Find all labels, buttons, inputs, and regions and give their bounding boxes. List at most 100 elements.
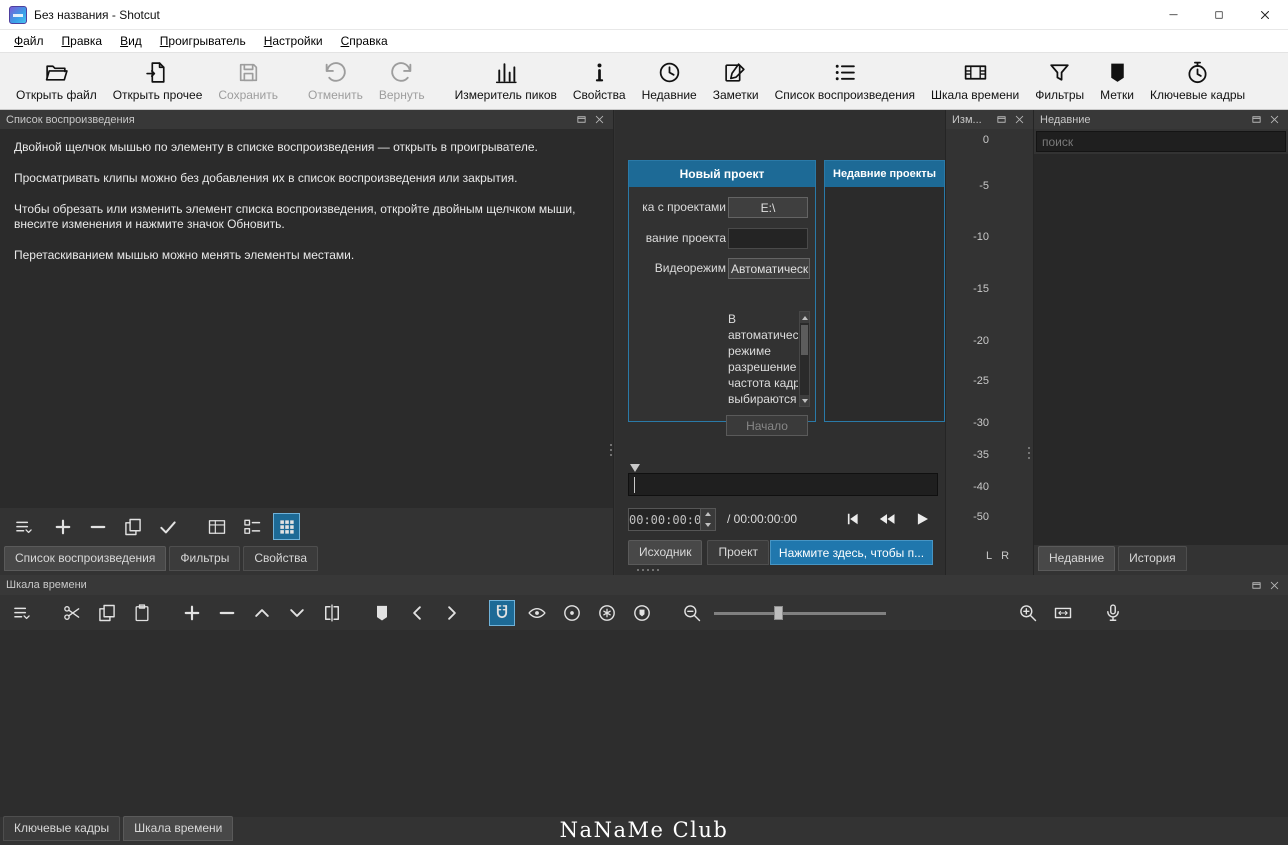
splitter-handle[interactable] <box>1028 447 1030 459</box>
open-other-button[interactable]: Открыть прочее <box>105 56 211 106</box>
recent-float-button[interactable] <box>1249 112 1264 127</box>
menu-item-settings[interactable]: Настройки <box>255 31 332 51</box>
splitter-handle[interactable] <box>610 444 612 456</box>
tab-history[interactable]: История <box>1118 546 1187 571</box>
rewind-button[interactable] <box>876 508 898 530</box>
ripple-all-tracks-button[interactable] <box>594 600 620 626</box>
copy-button[interactable] <box>119 513 146 540</box>
ripple-button[interactable] <box>559 600 585 626</box>
overwrite-button[interactable] <box>284 600 310 626</box>
markers-button[interactable]: Метки <box>1092 56 1142 106</box>
meter-close-button[interactable] <box>1012 112 1027 127</box>
remove-button[interactable] <box>84 513 111 540</box>
timeline-tracks-area[interactable] <box>0 630 1288 817</box>
zoom-slider[interactable] <box>714 603 886 623</box>
tab-recent[interactable]: Недавние <box>1038 546 1115 571</box>
update-button[interactable] <box>154 513 181 540</box>
scroll-up-button[interactable] <box>800 312 809 323</box>
zoom-fit-button[interactable] <box>1050 600 1076 626</box>
filters-button[interactable]: Фильтры <box>1027 56 1092 106</box>
meter-scale-label: -20 <box>973 335 989 347</box>
scrub-while-dragging-button[interactable] <box>524 600 550 626</box>
marker-button[interactable] <box>369 600 395 626</box>
slider-handle[interactable] <box>774 606 783 620</box>
record-audio-button[interactable] <box>1100 600 1126 626</box>
ripple-delete-button[interactable] <box>214 600 240 626</box>
menu-item-edit[interactable]: Правка <box>53 31 112 51</box>
tab-project[interactable]: Проект <box>707 540 769 565</box>
menu-item-player[interactable]: Проигрыватель <box>151 31 255 51</box>
save-button[interactable]: Сохранить <box>210 56 286 106</box>
undo-button[interactable]: Отменить <box>300 56 371 106</box>
position-input[interactable] <box>629 509 700 530</box>
search-input[interactable] <box>1036 131 1286 152</box>
peak-meter-button[interactable]: Измеритель пиков <box>447 56 565 106</box>
cut-button[interactable] <box>59 600 85 626</box>
undo-icon <box>323 60 348 85</box>
meter-float-button[interactable] <box>994 112 1009 127</box>
redo-button[interactable]: Вернуть <box>371 56 433 106</box>
append-button[interactable] <box>179 600 205 626</box>
playlist-menu-button[interactable] <box>7 513 41 540</box>
position-spinbox[interactable] <box>628 508 716 531</box>
menu-item-file[interactable]: Файл <box>5 31 53 51</box>
split-button[interactable] <box>319 600 345 626</box>
snap-button[interactable] <box>489 600 515 626</box>
recent-close-button[interactable] <box>1267 112 1282 127</box>
description-scrollbar[interactable] <box>799 311 810 407</box>
copy-button[interactable] <box>94 600 120 626</box>
tab-filters[interactable]: Фильтры <box>169 546 240 571</box>
timeline-close-button[interactable] <box>1267 578 1282 593</box>
view-icons-button[interactable] <box>273 513 300 540</box>
tab-playlist[interactable]: Список воспроизведения <box>4 546 166 571</box>
playlist-float-button[interactable] <box>574 112 589 127</box>
scroll-thumb[interactable] <box>801 325 808 355</box>
playlist-close-button[interactable] <box>592 112 607 127</box>
lift-button[interactable] <box>249 600 275 626</box>
scroll-down-button[interactable] <box>800 395 809 406</box>
playhead[interactable] <box>630 464 640 472</box>
tab-properties[interactable]: Свойства <box>243 546 318 571</box>
timeline-menu-button[interactable] <box>9 600 35 626</box>
projects-folder-button[interactable]: E:\ <box>728 197 808 218</box>
keyframes-button[interactable]: Ключевые кадры <box>1142 56 1253 106</box>
menu-item-view[interactable]: Вид <box>111 31 151 51</box>
play-button[interactable] <box>911 508 933 530</box>
zoom-out-button[interactable] <box>679 600 705 626</box>
append-button[interactable] <box>49 513 76 540</box>
notes-button[interactable]: Заметки <box>705 56 767 106</box>
menu-item-help[interactable]: Справка <box>332 31 397 51</box>
prev-marker-button[interactable] <box>404 600 430 626</box>
filters-icon <box>1047 60 1072 85</box>
recent-list[interactable] <box>1034 154 1288 545</box>
spin-down-button[interactable] <box>701 520 715 531</box>
minimize-button[interactable] <box>1150 0 1196 29</box>
open-cta-button[interactable]: Нажмите здесь, чтобы п... <box>770 540 933 565</box>
video-mode-combo[interactable]: Автоматически <box>728 258 810 279</box>
tab-keyframes[interactable]: Ключевые кадры <box>3 816 120 841</box>
seek-bar[interactable] <box>628 473 938 496</box>
project-name-input[interactable] <box>728 228 808 249</box>
view-details-button[interactable] <box>203 513 230 540</box>
recent-projects-list[interactable] <box>825 187 944 421</box>
splitter-handle[interactable] <box>637 569 659 571</box>
peak-meter-header: Изм... <box>946 110 1033 129</box>
playlist-button[interactable]: Список воспроизведения <box>767 56 923 106</box>
recent-button[interactable]: Недавние <box>634 56 705 106</box>
close-button[interactable] <box>1242 0 1288 29</box>
view-tiles-button[interactable] <box>238 513 265 540</box>
timeline-button[interactable]: Шкала времени <box>923 56 1027 106</box>
zoom-in-button[interactable] <box>1015 600 1041 626</box>
timeline-float-button[interactable] <box>1249 578 1264 593</box>
skip-start-button[interactable] <box>841 508 863 530</box>
start-button[interactable]: Начало <box>726 415 808 436</box>
maximize-button[interactable] <box>1196 0 1242 29</box>
properties-button[interactable]: Свойства <box>565 56 634 106</box>
paste-button[interactable] <box>129 600 155 626</box>
spin-up-button[interactable] <box>701 509 715 520</box>
tab-timeline[interactable]: Шкала времени <box>123 816 233 841</box>
next-marker-button[interactable] <box>439 600 465 626</box>
ripple-markers-button[interactable] <box>629 600 655 626</box>
tab-source[interactable]: Исходник <box>628 540 702 565</box>
open-file-button[interactable]: Открыть файл <box>8 56 105 106</box>
